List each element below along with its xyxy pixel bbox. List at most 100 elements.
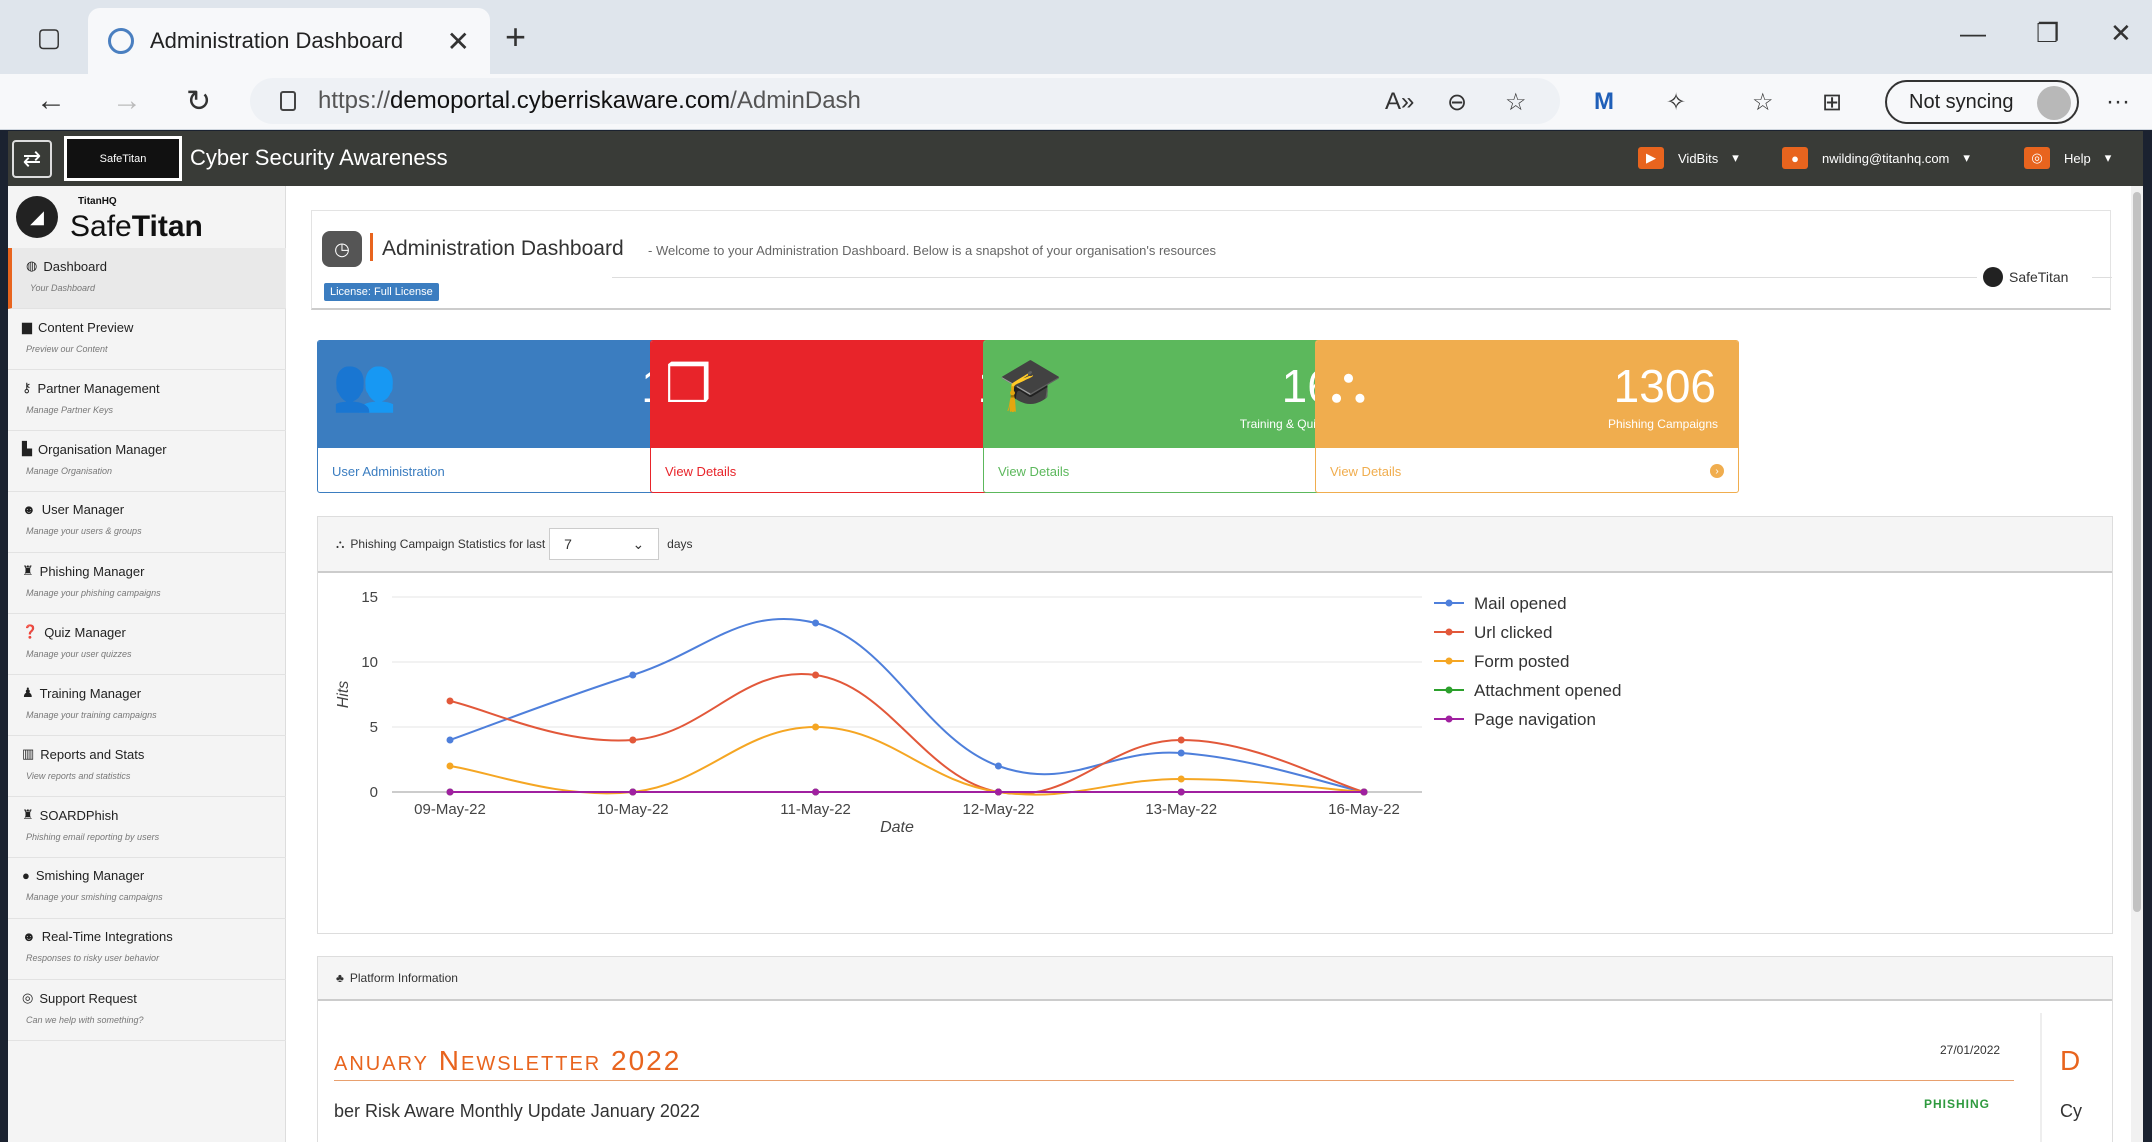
- sidebar-item-smishing-manager[interactable]: ● Smishing Manager Manage your smishing c…: [8, 858, 286, 919]
- sync-label: Not syncing: [1909, 90, 2014, 113]
- sidebar-item-dashboard[interactable]: ◍ Dashboard Your Dashboard: [8, 248, 286, 309]
- legend-marker: [1445, 715, 1453, 723]
- sidebar-item-soardphish[interactable]: ♜ SOARDPhish Phishing email reporting by …: [8, 797, 286, 858]
- app-title: Cyber Security Awareness: [190, 145, 448, 170]
- sidebar-item-label: Phishing Manager: [39, 563, 145, 579]
- license-badge: License: Full License: [324, 283, 439, 301]
- chevron-down-icon: ⌄: [632, 535, 645, 552]
- scrollbar-thumb[interactable]: [2133, 192, 2141, 912]
- sidebar-item-partner-management[interactable]: ⚷ Partner Management Manage Partner Keys: [8, 370, 286, 431]
- sidebar-item-quiz-manager[interactable]: ❓ Quiz Manager Manage your user quizzes: [8, 614, 286, 675]
- tab-favicon-icon: [108, 28, 134, 54]
- sidebar-item-organisation-manager[interactable]: ▙ Organisation Manager Manage Organisatio…: [8, 431, 286, 492]
- help-menu[interactable]: ◎ Help ▾: [2024, 147, 2111, 169]
- phishing-line-chart: 0 5 10 15 09-May-22 10-May-22 11-May-22 12-May-…: [335, 589, 1621, 836]
- favorite-add-icon[interactable]: ☆: [1505, 88, 1527, 117]
- phishing-stats-header: ⛬ Phishing Campaign Statistics for last …: [318, 517, 2112, 573]
- sidebar-item-sub: Your Dashboard: [30, 283, 96, 293]
- sidebar-item-user-manager[interactable]: ☻ User Manager Manage your users & groups: [8, 492, 286, 553]
- sidebar-item-sub: Manage your users & groups: [26, 526, 142, 536]
- more-menu-icon[interactable]: ···: [2106, 88, 2130, 116]
- sidebar-item-label-row: ● Smishing Manager: [22, 868, 286, 883]
- stat-card-link[interactable]: View Details ›: [1316, 448, 1738, 492]
- sidebar-item-content-preview[interactable]: ▆ Content Preview Preview our Content: [8, 309, 286, 370]
- brand-logo[interactable]: SafeTitan: [64, 136, 182, 181]
- sitemap-icon: ⛬: [1330, 356, 1367, 414]
- sidebar-item-label-row: ⚷ Partner Management: [22, 380, 286, 396]
- tab-close-icon[interactable]: ✕: [447, 25, 470, 58]
- vidbits-menu[interactable]: ▶ VidBits ▾: [1638, 147, 1739, 169]
- phishing-stats-panel: ⛬ Phishing Campaign Statistics for last …: [317, 516, 2113, 934]
- collections-icon[interactable]: ⊞: [1822, 88, 1842, 117]
- legend-label: Page navigation: [1474, 710, 1596, 729]
- sync-button[interactable]: Not syncing: [1885, 80, 2079, 124]
- stat-link-label: View Details: [665, 463, 737, 479]
- days-value: 7: [564, 536, 572, 552]
- sidebar-item-support-request[interactable]: ◎ Support Request Can we help with someth…: [8, 980, 286, 1041]
- logo-small-text: TitanHQ: [78, 196, 117, 207]
- sidebar-item-label: Training Manager: [39, 685, 142, 701]
- sidebar-item-sub: Manage your user quizzes: [26, 649, 132, 659]
- sidebar-item-label: Organisation Manager: [38, 441, 167, 457]
- app-window: ⇄ SafeTitan Cyber Security Awareness ▶ V…: [8, 131, 2143, 1142]
- browser-tab[interactable]: Administration Dashboard ✕: [88, 8, 490, 74]
- sidebar-item-reports-and-stats[interactable]: ▥ Reports and Stats View reports and stat…: [8, 736, 286, 797]
- chart-icon: ▥: [22, 746, 35, 761]
- data-point: [629, 671, 637, 679]
- top-navbar: ⇄ SafeTitan Cyber Security Awareness ▶ V…: [8, 131, 2143, 186]
- restore-icon[interactable]: ❐: [2036, 18, 2059, 49]
- title-accent: [370, 233, 373, 261]
- sidebar-item-label: Dashboard: [43, 258, 107, 274]
- address-bar[interactable]: https://demoportal.cyberriskaware.com/Ad…: [250, 78, 1560, 124]
- sidebar-item-phishing-manager[interactable]: ♜ Phishing Manager Manage your phishing c…: [8, 553, 286, 614]
- user-menu[interactable]: ● nwilding@titanhq.com ▾: [1782, 147, 1970, 169]
- window-close-icon[interactable]: ✕: [2110, 18, 2132, 49]
- tab-actions-icon[interactable]: ▢: [32, 20, 66, 54]
- forward-icon[interactable]: →: [112, 84, 142, 118]
- new-tab-icon[interactable]: +: [505, 16, 526, 58]
- sidebar-toggle-icon[interactable]: ⇄: [12, 140, 52, 178]
- sidebar-item-label: Real-Time Integrations: [41, 929, 173, 944]
- sidebar-item-training-manager[interactable]: ♟ Training Manager Manage your training c…: [8, 675, 286, 736]
- sidebar-item-label: User Manager: [41, 502, 125, 517]
- graduation-icon: ♟: [22, 685, 34, 700]
- sidebar-item-sub: Manage your training campaigns: [26, 710, 157, 720]
- titan-logo-icon: [1983, 267, 2003, 287]
- browser-tab-strip: ▢ Administration Dashboard ✕ + — ❐ ✕: [0, 0, 2152, 74]
- sidebar-item-label-row: ▙ Organisation Manager: [22, 441, 286, 457]
- sidebar-item-real-time-integrations[interactable]: ☻ Real-Time Integrations Responses to ris…: [8, 919, 286, 980]
- data-point: [812, 671, 820, 679]
- zoom-icon[interactable]: ⊖: [1447, 88, 1467, 117]
- sidebar-item-sub: Manage your phishing campaigns: [26, 588, 161, 598]
- series-line: [449, 725, 1365, 796]
- dashboard-icon: ◷: [322, 231, 362, 267]
- extensions-icon[interactable]: ✧: [1666, 88, 1686, 117]
- data-point: [629, 736, 637, 744]
- data-point: [812, 723, 820, 731]
- refresh-icon[interactable]: ↻: [186, 84, 211, 119]
- sidebar-item-label: Smishing Manager: [35, 868, 145, 883]
- sidebar-item-label-row: ◎ Support Request: [22, 990, 286, 1006]
- stat-link-label: View Details: [1330, 463, 1402, 479]
- safetitan-logo[interactable]: ◢ TitanHQ SafeTitan: [16, 192, 203, 243]
- page-scrollbar[interactable]: [2131, 186, 2143, 1142]
- divider: [334, 1080, 2014, 1081]
- dashboard-header: ◷ Administration Dashboard - Welcome to …: [311, 210, 2112, 310]
- book-icon: ▆: [22, 319, 32, 334]
- days-select[interactable]: 7 ⌄: [549, 528, 660, 560]
- user-icon: ●: [1782, 147, 1808, 169]
- y-tick-label: 10: [361, 654, 378, 671]
- next-item-title[interactable]: D: [2060, 1045, 2080, 1077]
- read-aloud-icon[interactable]: A»: [1385, 88, 1414, 116]
- cubes-icon: ❒: [665, 356, 712, 414]
- favorites-icon[interactable]: ☆: [1752, 88, 1774, 117]
- page-subtitle: - Welcome to your Administration Dashboa…: [648, 243, 1217, 258]
- back-icon[interactable]: ←: [36, 84, 66, 118]
- newsletter-title[interactable]: anuary Newsletter 2022: [334, 1045, 681, 1077]
- minimize-icon[interactable]: —: [1960, 18, 1986, 49]
- extension-icon[interactable]: M: [1594, 88, 1614, 116]
- brand-logo-text: SafeTitan: [99, 152, 147, 165]
- safetitan-mark-label: SafeTitan: [2009, 269, 2069, 285]
- arrow-circle-icon: ›: [1710, 464, 1724, 478]
- x-tick-label: 09-May-22: [414, 801, 486, 818]
